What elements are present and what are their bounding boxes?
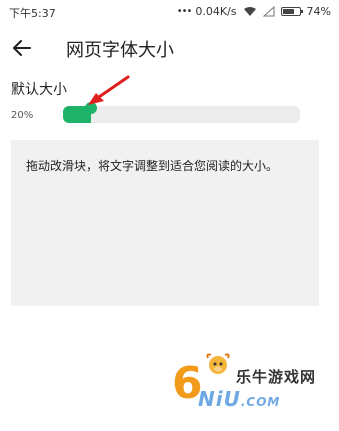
back-button[interactable] bbox=[6, 32, 38, 64]
preview-text: 拖动改滑块，将文字调整到适合您阅读的大小。 bbox=[26, 159, 279, 173]
arrow-left-icon bbox=[13, 40, 31, 56]
signal-icon bbox=[262, 6, 275, 17]
page-title: 网页字体大小 bbox=[66, 40, 174, 61]
watermark-chinese-text: 乐牛游戏网 bbox=[236, 368, 317, 386]
battery-percent: 74% bbox=[306, 5, 331, 18]
status-time: 下午5:37 bbox=[9, 7, 56, 20]
preview-box: 拖动改滑块，将文字调整到适合您阅读的大小。 bbox=[11, 140, 319, 306]
battery-icon bbox=[280, 7, 303, 16]
red-arrow-annotation bbox=[88, 75, 130, 105]
status-bar: 下午5:37 ••• 0.04K/s 74% bbox=[0, 0, 339, 24]
font-size-percent: 20% bbox=[11, 110, 34, 121]
watermark-domain: .COM bbox=[240, 395, 281, 409]
status-indicators: ••• 0.04K/s 74% bbox=[177, 5, 331, 18]
site-watermark-logo: 6 乐牛游戏网 NiU.COM bbox=[172, 352, 332, 412]
wifi-icon bbox=[243, 7, 256, 16]
network-speed: 0.04K/s bbox=[195, 5, 237, 18]
watermark-latin: NiU bbox=[198, 387, 241, 411]
dots-icon: ••• bbox=[176, 6, 193, 17]
app-bar: 网页字体大小 bbox=[0, 28, 339, 68]
watermark-latin-text: NiU.COM bbox=[198, 387, 280, 411]
cow-mascot-icon bbox=[206, 353, 230, 374]
font-size-label: 默认大小 bbox=[11, 82, 67, 98]
